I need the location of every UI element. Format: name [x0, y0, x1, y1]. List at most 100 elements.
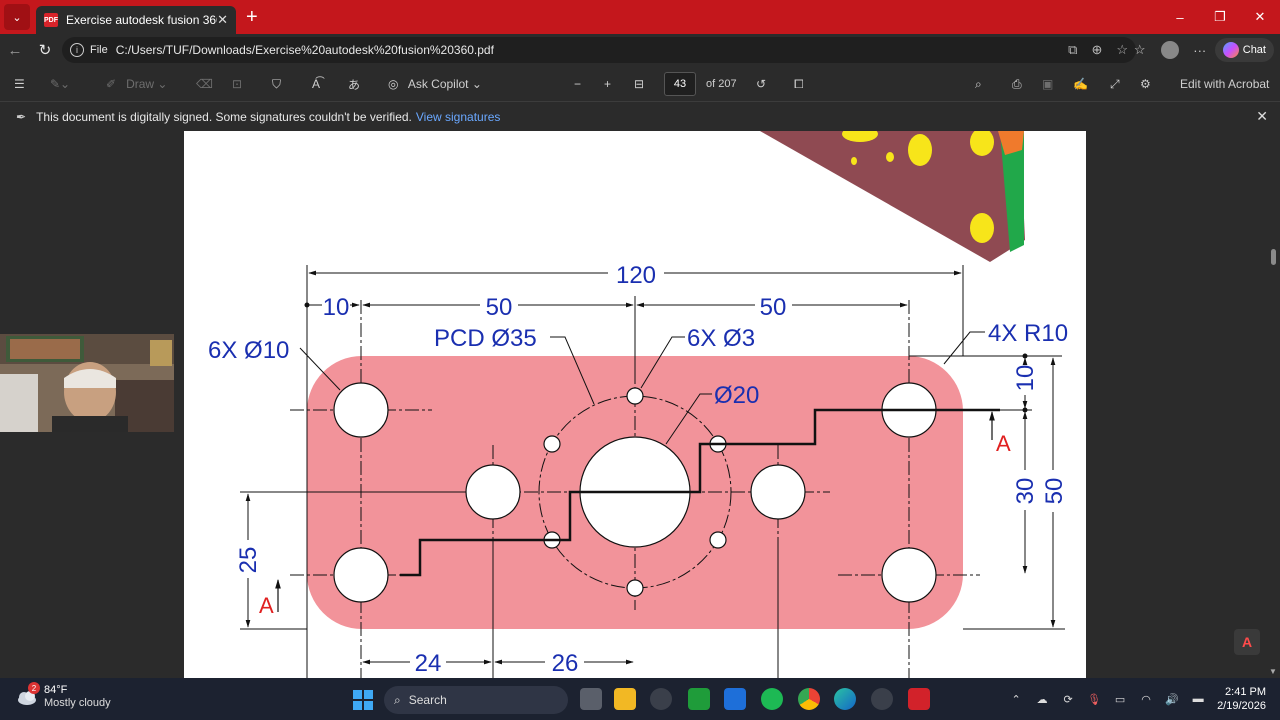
- autodesk-icon[interactable]: [724, 688, 746, 710]
- hole-d3: [626, 387, 644, 405]
- dim-25: 25: [235, 547, 262, 574]
- scroll-down-arrow-icon[interactable]: ▼: [1269, 667, 1277, 676]
- unlock-icon[interactable]: ⛉: [272, 66, 281, 102]
- clock[interactable]: 2:41 PM 2/19/2026: [1211, 685, 1280, 713]
- notification-icon[interactable]: ▭: [1107, 693, 1133, 706]
- translate-icon[interactable]: ⧉: [1068, 42, 1077, 58]
- new-tab-button[interactable]: +: [246, 7, 258, 27]
- hole-d10: [881, 547, 937, 603]
- restore-button[interactable]: ❐: [1200, 0, 1240, 34]
- fusion-icon[interactable]: [871, 688, 893, 710]
- pdf-viewport[interactable]: 120 10 50 50 6X Ø10 PCD Ø35 6X Ø3 4X R10…: [0, 131, 1280, 678]
- signature-icon: ✒: [16, 109, 27, 124]
- vertical-scrollbar[interactable]: ▼: [1268, 131, 1278, 678]
- add-text-icon[interactable]: ⊡: [232, 66, 242, 102]
- edit-with-acrobat-button[interactable]: Edit with Acrobat: [1180, 66, 1269, 102]
- dim-120: 120: [616, 262, 656, 289]
- dim-30: 30: [1012, 478, 1039, 505]
- close-window-button[interactable]: ✕: [1240, 0, 1280, 34]
- copilot-icon: [1222, 42, 1239, 58]
- webcam-overlay: [0, 334, 174, 432]
- favorites-icon[interactable]: ☆: [1125, 42, 1155, 58]
- volume-icon[interactable]: 🔊: [1159, 693, 1185, 706]
- weather-widget[interactable]: 2 84°F Mostly cloudy: [16, 682, 111, 710]
- signature-infobar: ✒ This document is digitally signed. Som…: [0, 102, 1280, 131]
- wifi-icon[interactable]: ◠: [1133, 693, 1159, 706]
- erase-icon[interactable]: ⌫: [196, 66, 213, 102]
- signature-message: This document is digitally signed. Some …: [36, 109, 412, 124]
- label-6x-d3: 6X Ø3: [687, 325, 755, 352]
- url-scheme: File: [90, 44, 108, 56]
- edge-icon[interactable]: [834, 688, 856, 710]
- chrome-icon[interactable]: [798, 688, 820, 710]
- zoom-out-icon[interactable]: −: [574, 66, 581, 102]
- dim-50-vert: 50: [1041, 478, 1068, 505]
- dim-50-right: 50: [760, 294, 787, 321]
- back-button[interactable]: ←: [0, 42, 30, 59]
- chatgpt-icon[interactable]: [650, 688, 672, 710]
- dim-10-left: 10: [323, 294, 350, 321]
- pdf-toolbar: ☰ ✎⌄ ✐ Draw ⌄ ⌫ ⊡ ⛉ A͡ あ ◎ Ask Copilot ⌄…: [0, 66, 1280, 102]
- start-button[interactable]: [353, 690, 373, 710]
- infobar-close-icon[interactable]: ✕: [1256, 108, 1268, 125]
- sync-icon[interactable]: ⟳: [1055, 693, 1081, 706]
- search-pdf-icon[interactable]: ⌕: [975, 66, 982, 102]
- tab-active[interactable]: PDF Exercise autodesk fusion 360.pdf ✕: [36, 6, 236, 34]
- label-6x-d10: 6X Ø10: [208, 337, 289, 364]
- microphone-icon[interactable]: 🎙: [1081, 693, 1107, 706]
- dim-26: 26: [552, 650, 579, 677]
- tray-chevron-icon[interactable]: ⌃: [1003, 693, 1029, 706]
- translate-pdf-icon[interactable]: あ: [348, 66, 360, 102]
- ask-copilot-button[interactable]: ◎ Ask Copilot ⌄: [388, 66, 482, 102]
- task-view-icon[interactable]: [580, 688, 602, 710]
- dim-10-right: 10: [1012, 365, 1039, 392]
- zoom-icon[interactable]: ⊕: [1091, 42, 1102, 58]
- page-number-input[interactable]: 43: [664, 72, 696, 96]
- url-text[interactable]: C:/Users/TUF/Downloads/Exercise%20autode…: [116, 43, 494, 57]
- page-view-icon[interactable]: ⧠: [794, 66, 804, 102]
- highlight-icon[interactable]: ✎⌄: [50, 66, 70, 102]
- label-d20: Ø20: [714, 382, 759, 409]
- fullscreen-icon[interactable]: ⤢: [1110, 66, 1120, 102]
- site-info-icon[interactable]: i: [70, 43, 84, 57]
- tab-actions-menu-button[interactable]: ⌄: [4, 4, 30, 30]
- save-as-icon[interactable]: ✍: [1073, 66, 1088, 102]
- minimize-button[interactable]: –: [1160, 0, 1200, 34]
- section-label-a-right: A: [996, 431, 1011, 456]
- taskbar-search[interactable]: ⌕ Search: [384, 686, 568, 714]
- draw-button[interactable]: ✐ Draw ⌄: [106, 66, 167, 102]
- system-tray: ⌃ ☁ ⟳ 🎙 ▭ ◠ 🔊 ▬ 2:41 PM 2/19/2026: [1003, 678, 1280, 720]
- save-icon[interactable]: ▣: [1042, 66, 1053, 102]
- onedrive-icon[interactable]: ☁: [1029, 693, 1055, 706]
- contents-icon[interactable]: ☰: [14, 66, 25, 102]
- address-bar: ← ↻ i File C:/Users/TUF/Downloads/Exerci…: [0, 34, 1280, 66]
- url-box[interactable]: i File C:/Users/TUF/Downloads/Exercise%2…: [62, 37, 1136, 63]
- label-4x-r10: 4X R10: [988, 320, 1068, 347]
- file-explorer-icon[interactable]: [614, 688, 636, 710]
- pdf-page: 120 10 50 50 6X Ø10 PCD Ø35 6X Ø3 4X R10…: [184, 131, 1086, 678]
- print-icon[interactable]: ⎙: [1012, 66, 1022, 102]
- view-signatures-link[interactable]: View signatures: [416, 110, 501, 124]
- fit-page-icon[interactable]: ⊟: [634, 66, 644, 102]
- isometric-part-view: [760, 131, 1025, 262]
- window-controls: – ❐ ✕: [1160, 0, 1280, 34]
- tab-close-icon[interactable]: ✕: [217, 12, 228, 28]
- more-menu-icon[interactable]: ···: [1185, 43, 1215, 58]
- hole-d10: [333, 382, 389, 438]
- xbox-icon[interactable]: [688, 688, 710, 710]
- hole-d10: [333, 547, 389, 603]
- rotate-icon[interactable]: ↺: [756, 66, 766, 102]
- read-aloud-icon[interactable]: A͡: [312, 66, 320, 102]
- acrobat-icon[interactable]: A: [1234, 629, 1260, 655]
- zoom-in-icon[interactable]: +: [604, 66, 611, 102]
- profile-avatar[interactable]: [1160, 41, 1179, 59]
- clock-time: 2:41 PM: [1225, 686, 1266, 698]
- copilot-chat-button[interactable]: Chat: [1214, 38, 1274, 62]
- battery-icon[interactable]: ▬: [1185, 693, 1211, 705]
- scroll-thumb[interactable]: [1271, 249, 1276, 265]
- refresh-button[interactable]: ↻: [30, 41, 60, 59]
- settings-gear-icon[interactable]: ⚙: [1140, 66, 1151, 102]
- spotify-icon[interactable]: [761, 688, 783, 710]
- solidworks-icon[interactable]: [908, 688, 930, 710]
- weather-cloud-icon: 2: [16, 682, 40, 708]
